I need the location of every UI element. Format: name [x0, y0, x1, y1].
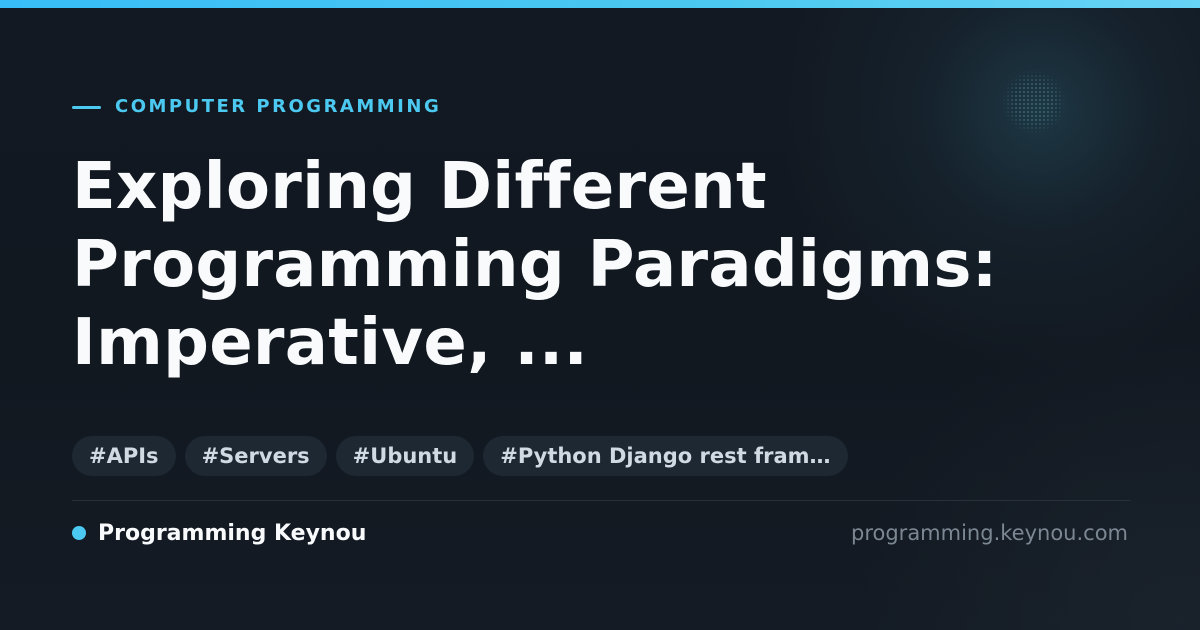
- share-card: COMPUTER PROGRAMMING Exploring Different…: [0, 0, 1200, 630]
- decorative-dot-pattern: [1002, 70, 1066, 134]
- tag-servers[interactable]: #Servers: [184, 436, 327, 476]
- tag-list: #APIs #Servers #Ubuntu #Python Django re…: [72, 436, 848, 476]
- tag-apis[interactable]: #APIs: [72, 436, 176, 476]
- footer-divider: [72, 500, 1130, 501]
- brand: Programming Keynou: [72, 518, 366, 548]
- category-label-row: COMPUTER PROGRAMMING: [72, 94, 441, 120]
- accent-top-bar: [0, 0, 1200, 8]
- site-url[interactable]: programming.keynou.com: [851, 518, 1128, 548]
- title-line-2: Programming Paradigms:: [72, 228, 998, 302]
- title-line-3: Imperative, ...: [72, 306, 589, 380]
- page-title: Exploring Different Programming Paradigm…: [72, 148, 1152, 382]
- category-dash-icon: [72, 105, 101, 109]
- tag-python-django-rest-framework[interactable]: #Python Django rest fram…: [483, 436, 848, 476]
- tag-ubuntu[interactable]: #Ubuntu: [335, 436, 475, 476]
- category-label: COMPUTER PROGRAMMING: [115, 96, 442, 117]
- brand-dot-icon: [72, 526, 86, 540]
- brand-name: Programming Keynou: [98, 520, 367, 546]
- title-line-1: Exploring Different: [72, 150, 767, 224]
